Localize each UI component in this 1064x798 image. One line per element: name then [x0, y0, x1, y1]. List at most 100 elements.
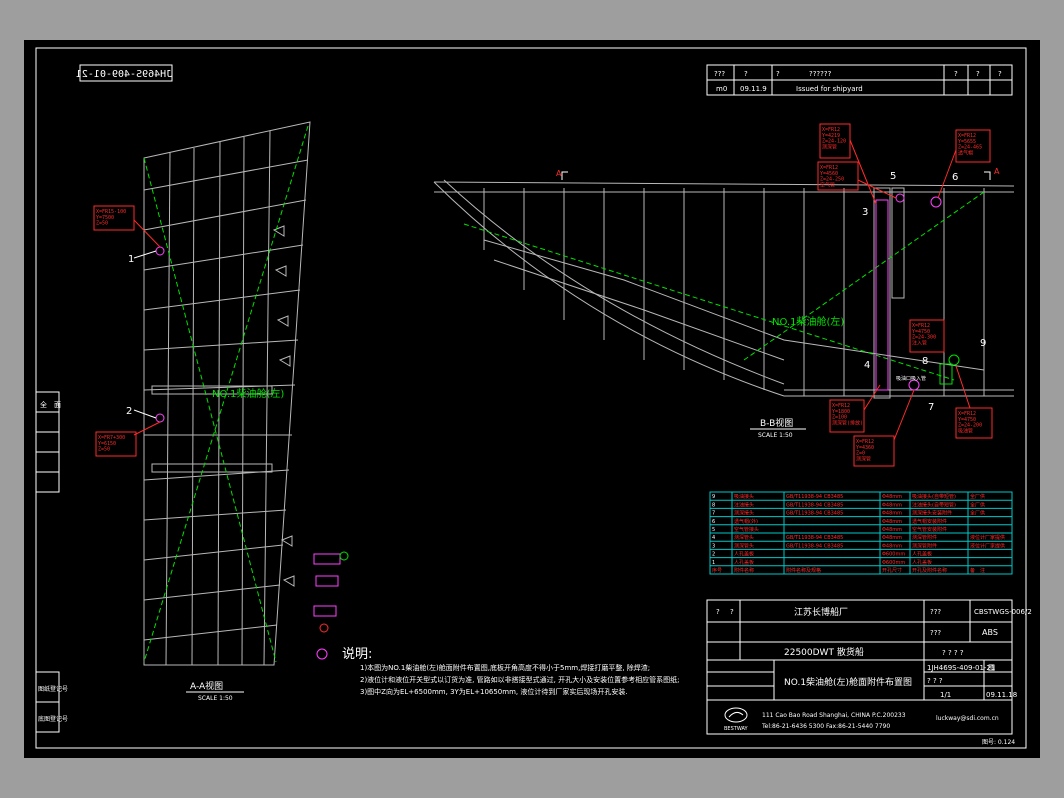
parts-header-cell: 附件名称 — [734, 567, 754, 574]
tb-q6: ? ? ? — [927, 677, 943, 685]
parts-cell: 测深管头 — [734, 542, 754, 549]
callout-1-text: X=FR15-100 Y=7500 Z=50 — [96, 209, 126, 227]
parts-cell: Φ48mm — [882, 519, 902, 525]
notes-heading: 说明: — [342, 647, 372, 662]
parts-cell: 人孔盖板 — [912, 559, 932, 566]
parts-header-cell: 开孔及附件名称 — [912, 567, 947, 574]
tb-email: luckway@sdi.com.cn — [936, 715, 999, 722]
parts-header-cell: 开孔尺寸 — [882, 567, 902, 574]
parts-cell: 5 — [712, 527, 715, 533]
parts-cell: 测深接头安装附件 — [912, 510, 952, 517]
parts-cell: 全厂供 — [970, 501, 985, 508]
rev-head-4: ?????? — [809, 70, 832, 78]
notes-line-1: 1)本图为NO.1柴油舱(左)舱面附件布置图,底板开角高度不得小于5mm,焊接打… — [360, 663, 650, 672]
parts-cell: 人孔盖板 — [734, 559, 754, 566]
view-bb-scale: SCALE 1:50 — [758, 432, 793, 439]
notes-line-3: 3)图中Z向为EL+6500mm, 3Y为EL+10650mm, 液位计待到厂家… — [360, 687, 628, 696]
parts-cell: GB/T11938-94 CB3485 — [786, 511, 843, 517]
view-aa-scale: SCALE 1:50 — [198, 695, 233, 702]
parts-cell: Φ48mm — [882, 494, 902, 500]
tank-label-aa: NO.1柴油舱(左) — [212, 387, 284, 400]
part-3-number: 3 — [862, 207, 868, 218]
parts-cell: 注油接头 — [734, 501, 754, 508]
parts-header-cell: 备 注 — [970, 567, 985, 574]
parts-cell: 空气管安装附件 — [912, 526, 947, 533]
rev-head-5: ? — [954, 70, 958, 78]
side-label-top: 全 面 — [40, 400, 61, 409]
mirrored-drawing-number: JH469S-409-01-21 — [76, 69, 172, 80]
logo-text: BESTWAY — [724, 726, 749, 732]
tb-q5: ? ? ? ? — [942, 649, 964, 657]
parts-table: 9 吸油接头 GB/T11938-94 CB3485 Φ48mm 吸油接头(自带短管) 全… — [709, 491, 1013, 575]
parts-cell: 空气管接头 — [734, 526, 759, 533]
part-6-marker[interactable] — [930, 196, 942, 208]
sounding-pipe — [875, 199, 889, 391]
rev-row-desc: Issued for shipyard — [796, 85, 863, 93]
tb-drawing-no: 1JH469S-409-01-21 — [927, 664, 995, 672]
part-6-number: 6 — [952, 172, 958, 183]
tb-date: 09.11.18 — [986, 691, 1017, 699]
parts-cell: 测深管附件 — [912, 534, 937, 541]
parts-cell: 2 — [712, 552, 715, 558]
side-label-mid: 图纸登记号 — [38, 685, 68, 693]
callout-8-text: X=FR12 Y=4750 Z=24-300 注入管 — [912, 323, 936, 346]
parts-cell: 液位计厂家提供 — [970, 534, 1005, 541]
parts-cell: 9 — [712, 494, 715, 500]
part-2-number: 2 — [126, 406, 132, 417]
side-label-bottom: 底图登记号 — [38, 715, 68, 723]
parts-cell: 测深管头 — [734, 534, 754, 541]
part-5-marker[interactable] — [895, 193, 905, 203]
parts-cell: 注油接头(自带短管) — [912, 501, 956, 508]
part-1-number: 1 — [128, 254, 134, 265]
parts-cell: 6 — [712, 519, 715, 525]
tb-sheet-word: 图 — [988, 664, 995, 672]
rev-head-2: ? — [744, 70, 748, 78]
tb-company: 江苏长博船厂 — [794, 606, 848, 618]
callout-4-text: X=FR12 Y=1800 Z=100 测深管(排放) — [832, 403, 863, 426]
diagonal-aa-1 — [143, 157, 277, 663]
section-marker-right: A — [994, 167, 1000, 176]
parts-cell: GB/T11938-94 CB3485 — [786, 543, 843, 549]
part-8-fitting — [939, 363, 953, 385]
drawing-canvas[interactable]: 全 面 图纸登记号 底图登记号 JH469S-409-01-21 ??? ? ?… — [24, 40, 1040, 758]
view-aa-title: A-A视图 — [190, 680, 223, 692]
company-logo-icon — [724, 707, 748, 723]
parts-cell: Φ600mm — [882, 552, 905, 558]
parts-cell: Φ48mm — [882, 535, 902, 541]
parts-cell: 透气帽安装附件 — [912, 518, 947, 525]
parts-cell: Φ48mm — [882, 543, 902, 549]
parts-cell: 液位计厂家提供 — [970, 542, 1005, 549]
parts-cell: 测深接头 — [734, 510, 754, 517]
parts-cell: 人孔盖板 — [912, 551, 932, 558]
parts-cell: Φ600mm — [882, 560, 905, 566]
tb-phone: Tel:86-21-6436 5300 Fax:86-21-5440 7790 — [761, 723, 890, 730]
tb-q1: ? — [716, 608, 720, 616]
parts-cell: 测深管附件 — [912, 542, 937, 549]
cad-drawing: 全 面 图纸登记号 底图登记号 JH469S-409-01-21 ??? ? ?… — [35, 47, 1032, 749]
parts-cell: 7 — [712, 511, 715, 517]
tb-drawing-code: CBSTWGS-006/2 — [974, 608, 1032, 616]
section-marker-left: A — [556, 169, 562, 178]
rev-row-date: 09.11.9 — [740, 85, 767, 93]
part-8-number: 8 — [922, 356, 928, 367]
part-9-number: 9 — [980, 338, 986, 349]
rev-row-code: m0 — [716, 85, 727, 93]
parts-cell: 人孔盖板 — [734, 551, 754, 558]
part-4-number: 4 — [864, 360, 870, 371]
parts-cell: 4 — [712, 535, 715, 541]
callout-6-text: X=FR12 Y=5655 Z=24-465 透气帽 — [958, 133, 982, 156]
part-1-marker[interactable] — [155, 246, 165, 256]
part-2-marker[interactable] — [155, 413, 165, 423]
rev-head-1: ??? — [714, 70, 725, 78]
parts-cell: GB/T11938-94 CB3485 — [786, 494, 843, 500]
diagonal-bb-1 — [463, 223, 955, 381]
parts-cell: 全厂供 — [970, 510, 985, 517]
parts-header-cell: 附件名称及规格 — [786, 567, 821, 574]
tb-vessel: 22500DWT 散货船 — [784, 646, 864, 658]
tb-title: NO.1柴油舱(左)舱面附件布置图 — [784, 676, 912, 688]
tank-label-bb: NO.1柴油舱(左) — [772, 315, 844, 328]
parts-cell: 透气帽(外) — [734, 518, 758, 525]
tb-class: ABS — [982, 628, 998, 637]
parts-cell: 吸油接头 — [734, 493, 754, 500]
sheet-annotation: 图号: 0.124 — [982, 739, 1015, 746]
